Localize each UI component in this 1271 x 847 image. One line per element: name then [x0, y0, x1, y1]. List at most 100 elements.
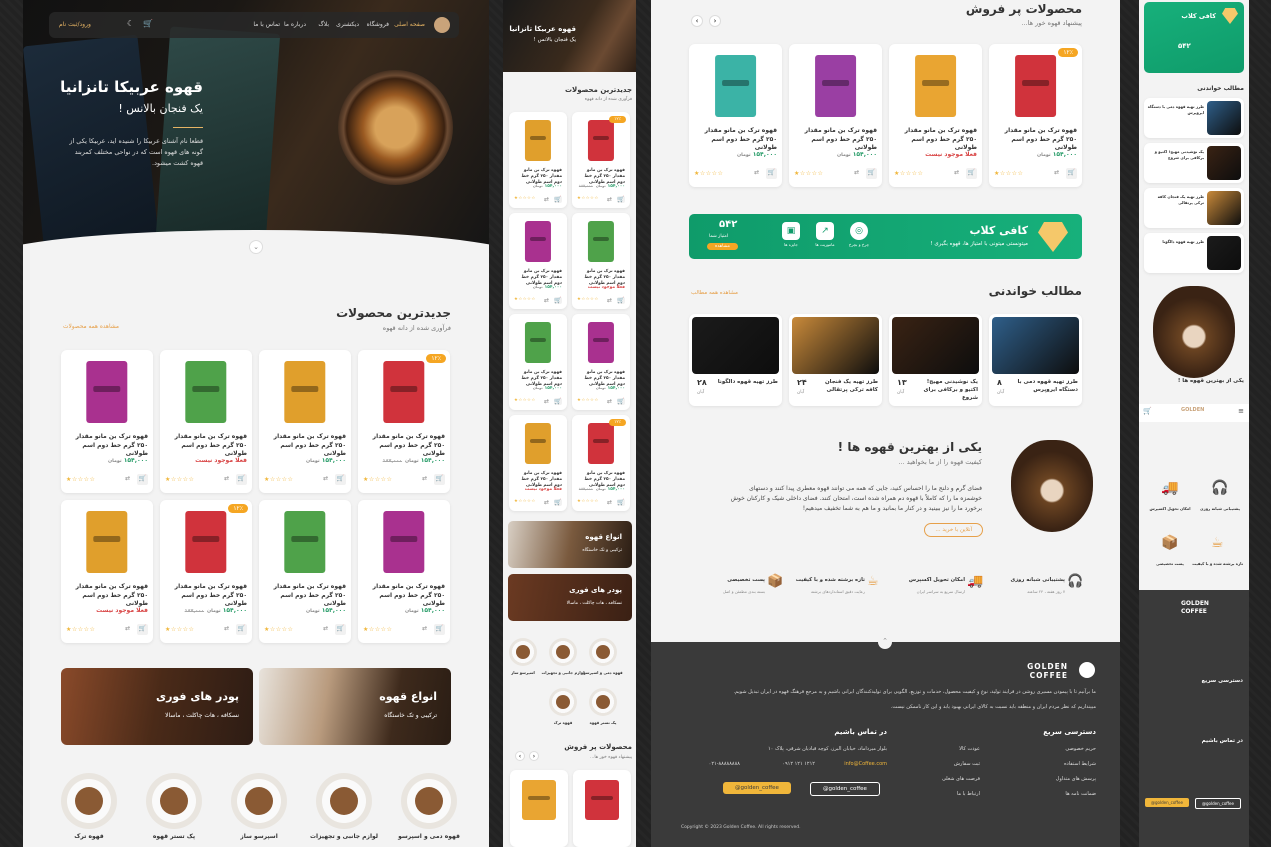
add-to-cart-icon[interactable]: 🛒	[617, 195, 625, 204]
product-card[interactable]: قهوه ترک بن مانو مقدار ۲۵۰ گرم خط دوم اس…	[572, 213, 630, 309]
product-card[interactable]: قهوه ترک بن مانو مقدار ۲۵۰ گرم خط دوم اس…	[509, 112, 567, 208]
compare-icon[interactable]: ⇄	[122, 624, 133, 635]
login-link[interactable]: ورود/ثبت نام	[59, 21, 91, 28]
add-to-cart-icon[interactable]: 🛒	[554, 397, 562, 406]
product-card[interactable]: قهوه ترک بن مانو مقدار ۲۵۰ گرم خط دوم اس…	[889, 44, 982, 187]
product-card[interactable]	[573, 770, 631, 847]
product-card[interactable]: قهوه ترک بن مانو مقدار ۲۵۰ گرم خط دوم اس…	[689, 44, 782, 187]
nav-contact[interactable]: تماس با ما	[253, 21, 280, 28]
view-all-products-link[interactable]: مشاهده همه محصولات	[63, 324, 119, 330]
prev-arrow-icon[interactable]: ‹	[691, 15, 703, 27]
blog-card[interactable]: طرز تهیه قهوه دمی با دستگاه ایروپرس	[1144, 98, 1244, 138]
product-card[interactable]: قهوه ترک بن مانو مقدار ۲۵۰ گرم خط دوم اس…	[358, 500, 450, 643]
next-arrow-icon[interactable]: ›	[529, 751, 539, 761]
add-to-cart-icon[interactable]: 🛒	[236, 474, 247, 486]
category-label[interactable]: اسپرسو ساز	[503, 670, 547, 675]
compare-icon[interactable]: ⇄	[221, 474, 232, 485]
add-to-cart-icon[interactable]: 🛒	[335, 474, 346, 486]
compare-icon[interactable]: ⇄	[851, 168, 862, 179]
product-card[interactable]	[510, 770, 568, 847]
compare-icon[interactable]: ⇄	[419, 474, 430, 485]
footer-link[interactable]: شرایط استفاده	[1064, 761, 1096, 767]
category-icon[interactable]	[589, 638, 617, 666]
category-icon[interactable]	[61, 773, 117, 829]
product-name[interactable]: قهوه ترک بن مانو مقدار ۲۵۰ گرم خط دوم اس…	[694, 127, 777, 153]
blog-card[interactable]: یک نوشیدنی مهیج! اکتیو و برکافی برای شرو…	[1144, 143, 1244, 183]
telegram-button[interactable]: @golden_coffee	[723, 782, 791, 794]
add-to-cart-icon[interactable]: 🛒	[617, 498, 625, 507]
category-icon[interactable]	[146, 773, 202, 829]
club-item[interactable]: ▣ جایزه ها	[777, 222, 805, 252]
product-name[interactable]: قهوه ترک بن مانو مقدار ۲۵۰ گرم خط دوم اس…	[165, 433, 247, 459]
add-to-cart-icon[interactable]: 🛒	[966, 168, 977, 180]
best-coffee-button[interactable]: آنلاین با خرید ...	[924, 523, 983, 537]
product-name[interactable]: قهوه ترک بن مانو مقدار ۲۵۰ گرم خط دوم اس…	[264, 433, 346, 459]
product-name[interactable]: قهوه ترک بن مانو مقدار ۲۵۰ گرم خط دوم اس…	[794, 127, 877, 153]
add-to-cart-icon[interactable]: 🛒	[617, 296, 625, 305]
compare-icon[interactable]: ⇄	[606, 398, 614, 406]
nav-about[interactable]: درباره ما	[284, 21, 306, 28]
blog-title[interactable]: طرز تهیه قهوه دالگونا	[717, 378, 778, 386]
add-to-cart-icon[interactable]: 🛒	[434, 474, 445, 486]
product-name[interactable]: قهوه ترک بن مانو مقدار ۲۵۰ گرم خط دوم اس…	[165, 583, 247, 609]
product-card[interactable]: قهوه ترک بن مانو مقدار ۲۵۰ گرم خط دوم اس…	[509, 213, 567, 309]
footer-scroll-up-icon[interactable]: ⌃	[878, 635, 892, 649]
instagram-button[interactable]: @golden_coffee	[810, 782, 880, 796]
prev-arrow-icon[interactable]: ‹	[515, 751, 525, 761]
club-item[interactable]: ◎ چرخ و بچرخ	[845, 222, 873, 252]
footer-link[interactable]: ثبت سفارش	[954, 761, 980, 767]
blog-card[interactable]: طرز تهیه یک فنجان کافه ترکی پرتقالی	[1144, 188, 1244, 228]
product-card[interactable]: ۱۲٪ قهوه ترک بن مانو مقدار ۲۵۰ گرم خط دوم…	[160, 500, 252, 643]
category-icon[interactable]	[316, 773, 372, 829]
compare-icon[interactable]: ⇄	[543, 297, 551, 305]
category-icon[interactable]	[549, 638, 577, 666]
compare-icon[interactable]: ⇄	[320, 474, 331, 485]
category-banner-instant[interactable]: پودر های فوری نسکافه ، هات چاکلت ، ماسال…	[61, 668, 253, 745]
compare-icon[interactable]: ⇄	[419, 624, 430, 635]
compare-icon[interactable]: ⇄	[543, 196, 551, 204]
category-label[interactable]: لوازم جانبی و تجهیزات	[306, 833, 382, 840]
view-all-posts-link[interactable]: مشاهده همه مطالب	[691, 290, 738, 296]
mobile-banner-coffee[interactable]: انواع قهوه ترکیبی و تک خاستگاه	[508, 521, 632, 568]
product-card[interactable]: قهوه ترک بن مانو مقدار ۲۵۰ گرم خط دوم اس…	[572, 314, 630, 410]
product-card[interactable]: قهوه ترک بن مانو مقدار ۲۵۰ گرم خط دوم اس…	[509, 314, 567, 410]
product-name[interactable]: قهوه ترک بن مانو مقدار ۲۵۰ گرم خط دوم اس…	[363, 583, 445, 609]
category-icon[interactable]	[231, 773, 287, 829]
blog-card[interactable]: یک نوشیدنی مهیج! اکتیو و برکافی برای شرو…	[889, 314, 982, 406]
add-to-cart-icon[interactable]: 🛒	[335, 624, 346, 636]
scroll-down-icon[interactable]: ⌄	[249, 240, 263, 254]
instagram-button[interactable]: @golden_coffee	[1195, 798, 1241, 809]
blog-title[interactable]: طرز تهیه قهوه دالگونا	[1147, 239, 1204, 245]
add-to-cart-icon[interactable]: 🛒	[137, 624, 148, 636]
compare-icon[interactable]: ⇄	[606, 297, 614, 305]
product-card[interactable]: ۱۲٪ قهوه ترک بن مانو مقدار ۲۵۰ گرم خط دوم…	[572, 415, 630, 511]
footer-link[interactable]: ارتباط با ما	[957, 791, 980, 797]
compare-icon[interactable]: ⇄	[751, 168, 762, 179]
product-card[interactable]: قهوه ترک بن مانو مقدار ۲۵۰ گرم خط دوم اس…	[61, 350, 153, 493]
product-name[interactable]: قهوه ترک بن مانو مقدار ۲۵۰ گرم خط دوم اس…	[264, 583, 346, 609]
moon-icon[interactable]: ☾	[127, 19, 134, 28]
category-label[interactable]: قهوه ترک	[539, 720, 587, 725]
compare-icon[interactable]: ⇄	[543, 499, 551, 507]
nav-blog[interactable]: بلاگ	[318, 21, 329, 28]
add-to-cart-icon[interactable]: 🛒	[554, 296, 562, 305]
compare-icon[interactable]: ⇄	[606, 196, 614, 204]
club-item[interactable]: ↗ ماموریت ها	[811, 222, 839, 252]
footer-link[interactable]: حریم خصوصی	[1065, 746, 1096, 752]
mobile-banner-instant[interactable]: پودر های فوری نسکافه ، هات چاکلت ، ماسال…	[508, 574, 632, 621]
add-to-cart-icon[interactable]: 🛒	[137, 474, 148, 486]
product-name[interactable]: قهوه ترک بن مانو مقدار ۲۵۰ گرم خط دوم اس…	[994, 127, 1077, 153]
coffee-beans-logo-icon[interactable]	[434, 17, 450, 33]
add-to-cart-icon[interactable]: 🛒	[554, 498, 562, 507]
blog-card[interactable]: طرز تهیه قهوه دمی با دستگاه ایروپرس ۸ آبان	[989, 314, 1082, 406]
footer-phone[interactable]: ۰۹۱۲ ۱۲۱ ۱۲۱۲	[782, 761, 815, 767]
cart-icon[interactable]: 🛒	[143, 19, 153, 28]
compare-icon[interactable]: ⇄	[1051, 168, 1062, 179]
footer-email[interactable]: info@Coffee.com	[844, 761, 887, 767]
product-card[interactable]: ۱۲٪ قهوه ترک بن مانو مقدار ۲۵۰ گرم خط دوم…	[989, 44, 1082, 187]
nav-dictionary[interactable]: دیکشنری	[336, 21, 359, 28]
product-card[interactable]: قهوه ترک بن مانو مقدار ۲۵۰ گرم خط دوم اس…	[160, 350, 252, 493]
product-name[interactable]: قهوه ترک بن مانو مقدار ۲۵۰ گرم خط دوم اس…	[66, 433, 148, 459]
menu-icon[interactable]: ≡	[1238, 407, 1244, 415]
footer-link[interactable]: پرسش های متداول	[1056, 776, 1096, 782]
